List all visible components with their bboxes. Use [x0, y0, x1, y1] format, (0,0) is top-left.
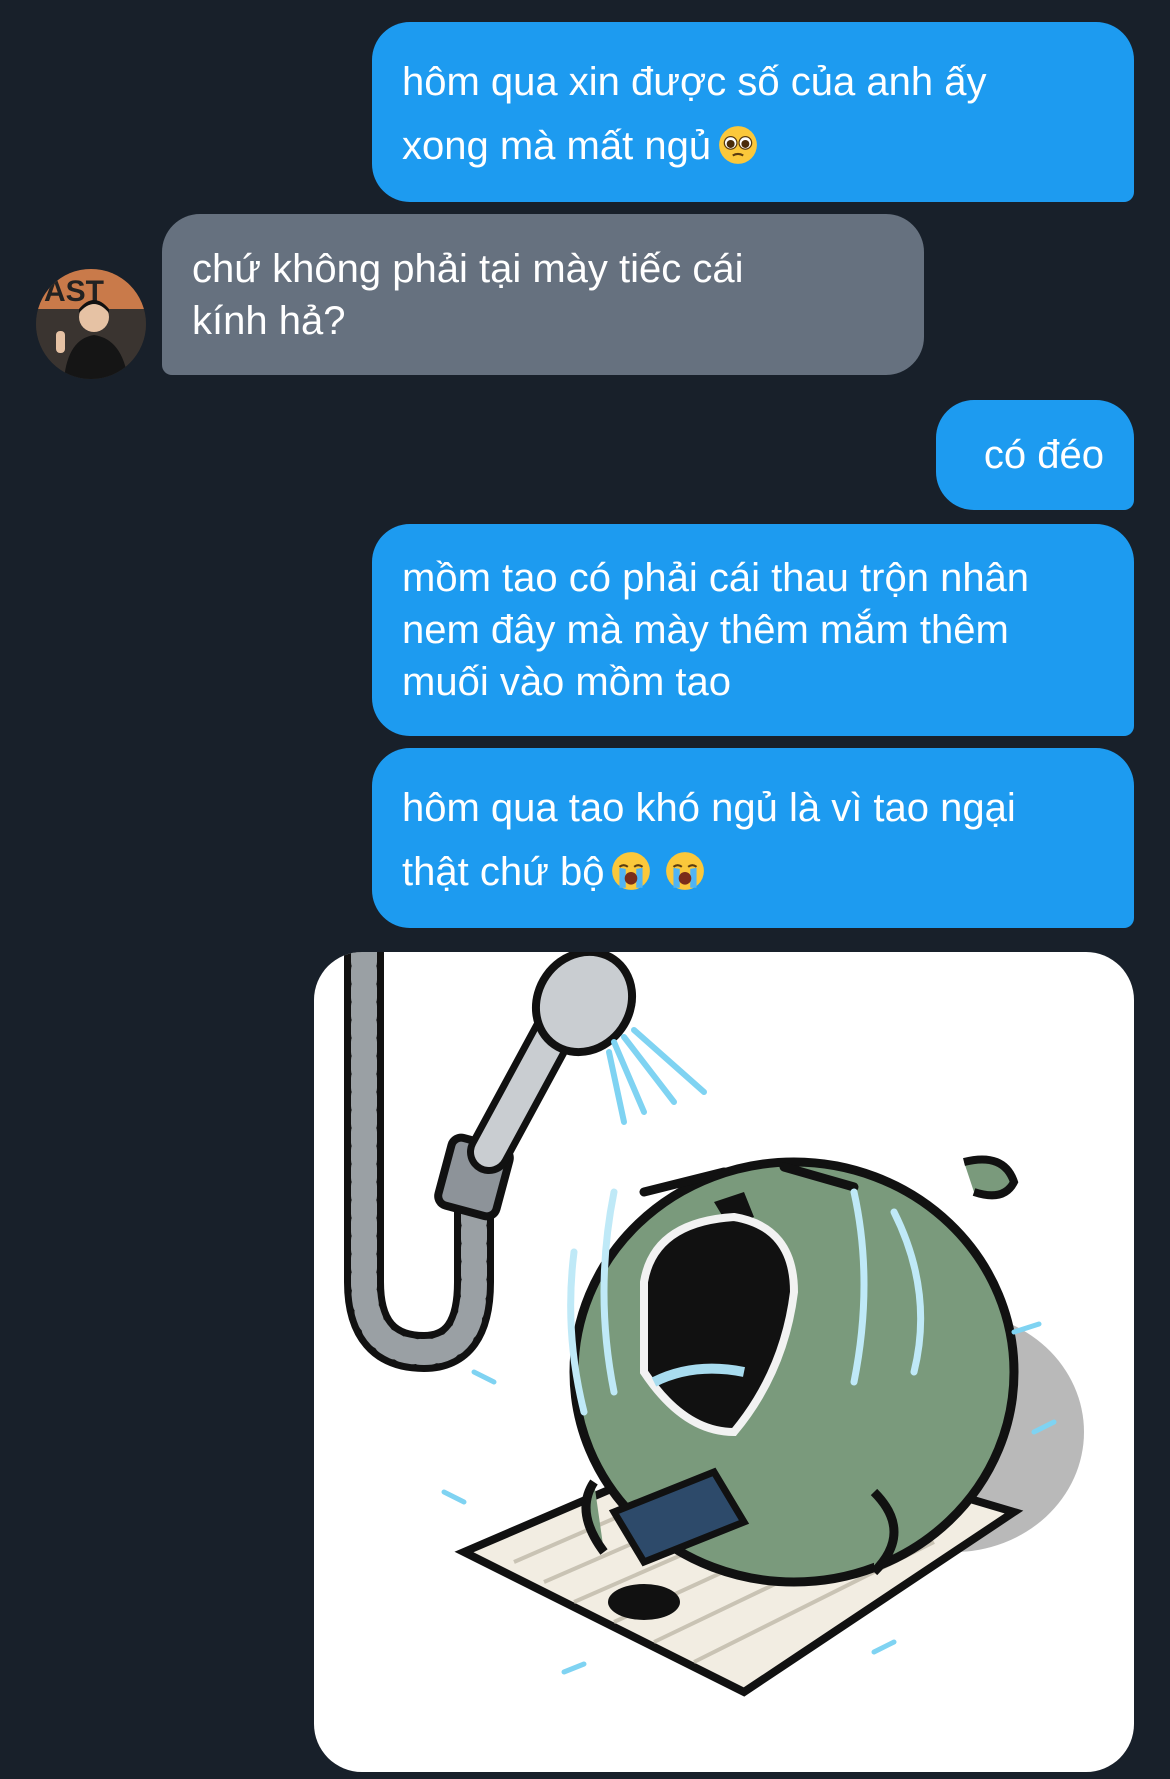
- message-bubble-outgoing[interactable]: hôm qua xin được số của anh ấy xong mà m…: [372, 22, 1134, 202]
- message-text: thật chứ bộ: [402, 840, 1104, 904]
- message-text: nem đây mà mày thêm mắm thêm: [402, 608, 1009, 652]
- message-bubble-incoming[interactable]: chứ không phải tại mày tiếc cái kính hả?: [162, 214, 924, 375]
- message-bubble-outgoing[interactable]: hôm qua tao khó ngủ là vì tao ngại thật …: [372, 748, 1134, 928]
- message-text: có đéo: [983, 433, 1104, 477]
- message-text: muối vào mồm tao: [402, 660, 732, 704]
- message-text: hôm qua xin được số của anh ấy: [402, 60, 987, 104]
- avatar-photo: AST: [36, 269, 146, 379]
- contact-avatar[interactable]: AST: [36, 269, 146, 379]
- message-bubble-outgoing[interactable]: có đéo: [936, 400, 1134, 510]
- message-text: chứ không phải tại mày tiếc cái: [192, 247, 744, 291]
- message-text: mồm tao có phải cái thau trộn nhân: [402, 556, 1030, 600]
- crying-green-blob-under-shower-sticker: [344, 952, 1084, 1697]
- loudly-crying-face-emoji: [666, 852, 705, 891]
- sticker-message[interactable]: [314, 952, 1134, 1772]
- message-bubble-outgoing[interactable]: mồm tao có phải cái thau trộn nhân nem đ…: [372, 524, 1134, 736]
- loudly-crying-face-emoji: [612, 852, 651, 891]
- message-text: kính hả?: [192, 299, 346, 343]
- message-text: xong mà mất ngủ: [402, 114, 1104, 178]
- message-text: hôm qua tao khó ngủ là vì tao ngại: [402, 786, 1016, 830]
- pleading-face-emoji: [719, 126, 757, 165]
